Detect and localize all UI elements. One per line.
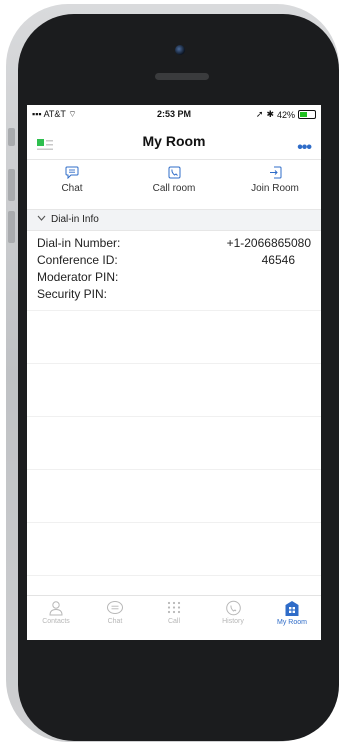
chat-action-label: Chat — [61, 183, 83, 194]
tab-call[interactable]: Call — [145, 600, 203, 625]
mute-switch — [8, 128, 15, 146]
chat-action-button[interactable]: Chat — [32, 166, 112, 194]
front-camera — [175, 45, 185, 55]
bluetooth-icon: ✱ — [266, 109, 274, 119]
section-label: Dial-in Info — [51, 214, 99, 225]
join-room-label: Join Room — [251, 183, 299, 194]
battery-label: 42% — [276, 109, 295, 120]
security-pin-row: Security PIN: — [37, 287, 311, 303]
home-area — [40, 655, 305, 715]
tab-my-room-label: My Room — [277, 619, 307, 626]
dial-in-number-label: Dial-in Number: — [37, 236, 121, 250]
dialpad-icon — [167, 601, 181, 614]
conference-id-label: Conference ID: — [37, 253, 118, 267]
list-divider — [27, 416, 321, 417]
tab-history-label: History — [222, 618, 244, 625]
tab-chat[interactable]: Chat — [86, 600, 144, 625]
conference-id-row: Conference ID: 46546 — [37, 253, 311, 269]
dial-in-section-header[interactable]: Dial-in Info — [27, 209, 321, 231]
nav-bar: My Room ••• — [27, 123, 321, 159]
chevron-down-icon — [37, 215, 46, 221]
moderator-pin-label: Moderator PIN: — [37, 270, 119, 284]
more-options-icon[interactable]: ••• — [297, 139, 312, 157]
app-screen: ▪▪▪ AT&T ⌔ 2:53 PM ➚ ✱ 42% My Room ••• C… — [27, 105, 321, 640]
battery-icon — [298, 110, 316, 119]
list-divider — [27, 310, 321, 311]
list-divider — [27, 522, 321, 523]
volume-up-button — [8, 169, 15, 201]
location-icon: ➚ — [255, 109, 264, 119]
join-room-button[interactable]: Join Room — [235, 166, 315, 194]
contacts-icon — [49, 601, 63, 616]
moderator-pin-row: Moderator PIN: — [37, 270, 311, 286]
call-room-icon — [168, 166, 180, 179]
status-bar: ▪▪▪ AT&T ⌔ 2:53 PM ➚ ✱ 42% — [27, 105, 321, 123]
tab-history[interactable]: History — [204, 600, 262, 625]
list-divider — [27, 575, 321, 576]
list-divider — [27, 363, 321, 364]
status-right: ➚ ✱ 42% — [256, 109, 316, 120]
history-icon — [225, 600, 241, 616]
tab-chat-label: Chat — [107, 618, 123, 625]
join-room-icon — [269, 166, 281, 179]
conference-id-value: 46546 — [261, 253, 295, 267]
earpiece-speaker — [155, 73, 209, 80]
dial-in-number-value[interactable]: +1-2066865080 — [227, 236, 311, 250]
call-room-label: Call room — [152, 183, 196, 194]
tab-my-room[interactable]: My Room — [263, 600, 321, 626]
room-actions: Chat Call room Join Room — [27, 159, 321, 208]
call-room-button[interactable]: Call room — [134, 166, 214, 194]
tab-contacts[interactable]: Contacts — [27, 600, 85, 625]
bottom-tab-bar: Contacts Chat Call History My Room — [27, 595, 321, 640]
dial-in-number-row: Dial-in Number: +1-2066865080 — [37, 236, 311, 252]
page-title: My Room — [142, 133, 206, 149]
chat-icon — [107, 601, 123, 614]
chat-bubble-icon — [65, 166, 79, 179]
security-pin-label: Security PIN: — [37, 287, 108, 301]
list-divider — [27, 469, 321, 470]
volume-down-button — [8, 211, 15, 243]
my-room-icon — [285, 601, 299, 616]
tab-call-label: Call — [167, 618, 181, 625]
tab-contacts-label: Contacts — [42, 618, 70, 625]
